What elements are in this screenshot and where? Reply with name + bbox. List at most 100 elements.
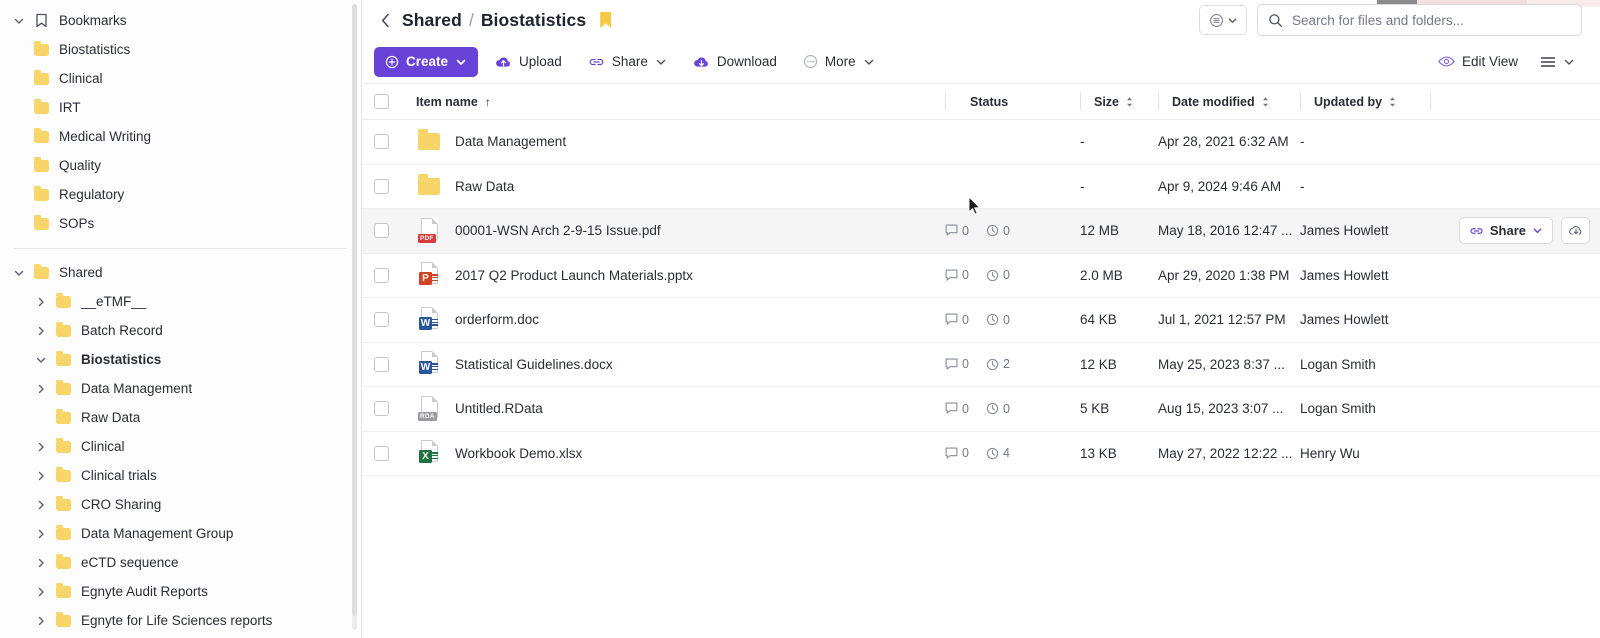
table-row[interactable]: Raw Data-Apr 9, 2024 9:46 AM- — [362, 165, 1600, 210]
version-count[interactable]: 0 — [986, 402, 1010, 416]
sidebar-bookmark-item[interactable]: Medical Writing — [0, 122, 361, 151]
sidebar-bookmark-item[interactable]: IRT — [0, 93, 361, 122]
sidebar-bookmark-item[interactable]: Biostatistics — [0, 35, 361, 64]
upload-button[interactable]: Upload — [486, 47, 571, 77]
chevron-down-icon[interactable] — [30, 354, 52, 366]
comment-count[interactable]: 0 — [945, 268, 969, 282]
sidebar-tree-item[interactable]: __eTMF__ — [0, 287, 361, 316]
sidebar-bookmark-item[interactable]: Regulatory — [0, 180, 361, 209]
bookmark-filled-icon[interactable] — [600, 12, 611, 28]
folder-icon — [30, 73, 52, 85]
search-scope-filter-button[interactable] — [1199, 5, 1247, 35]
column-header-item-name[interactable]: Item name ↑ — [416, 95, 945, 109]
chevron-right-icon[interactable] — [30, 470, 52, 482]
chevron-right-icon[interactable] — [30, 615, 52, 627]
row-file-name[interactable]: Statistical Guidelines.docx — [455, 357, 613, 372]
row-checkbox[interactable] — [374, 446, 389, 461]
row-file-name[interactable]: Raw Data — [455, 179, 514, 194]
comment-count[interactable]: 0 — [945, 357, 969, 371]
row-checkbox[interactable] — [374, 134, 389, 149]
breadcrumb-item-shared[interactable]: Shared — [402, 10, 462, 31]
column-header-size[interactable]: Size — [1080, 93, 1158, 110]
sidebar-section-shared[interactable]: Shared — [0, 258, 361, 287]
row-file-name[interactable]: Workbook Demo.xlsx — [455, 446, 582, 461]
sidebar-tree-item[interactable]: Raw Data — [0, 403, 361, 432]
select-all-checkbox[interactable] — [374, 94, 389, 109]
chevron-down-icon[interactable] — [8, 15, 30, 27]
sidebar-tree-item[interactable]: Egnyte Audit Reports — [0, 577, 361, 606]
chevron-right-icon[interactable] — [30, 528, 52, 540]
view-mode-button[interactable] — [1533, 47, 1582, 77]
chevron-right-icon[interactable] — [30, 557, 52, 569]
chevron-right-icon[interactable] — [30, 383, 52, 395]
sidebar-tree-item[interactable]: Batch Record — [0, 316, 361, 345]
version-count[interactable]: 0 — [986, 313, 1010, 327]
chevron-down-icon[interactable] — [8, 267, 30, 279]
share-button[interactable]: Share — [579, 47, 676, 77]
row-name-cell: RDAUntitled.RData — [416, 396, 945, 422]
sidebar-bookmark-label: Quality — [59, 159, 101, 173]
column-header-updated-by[interactable]: Updated by — [1300, 93, 1430, 110]
breadcrumb-item-biostatistics[interactable]: Biostatistics — [481, 10, 586, 31]
version-count[interactable]: 2 — [986, 357, 1010, 371]
chevron-right-icon[interactable] — [30, 296, 52, 308]
edit-view-button[interactable]: Edit View — [1429, 47, 1527, 77]
version-count[interactable]: 0 — [986, 224, 1010, 238]
sidebar-tree-item[interactable]: eCTD sequence — [0, 548, 361, 577]
sidebar-tree-item[interactable]: Data Management Group — [0, 519, 361, 548]
table-row[interactable]: Data Management-Apr 28, 2021 6:32 AM- — [362, 120, 1600, 165]
row-file-name[interactable]: 2017 Q2 Product Launch Materials.pptx — [455, 268, 693, 283]
search-bar[interactable] — [1257, 4, 1582, 36]
row-file-name[interactable]: Untitled.RData — [455, 401, 543, 416]
comment-count[interactable]: 0 — [945, 224, 969, 238]
table-row[interactable]: RDAUntitled.RData005 KBAug 15, 2023 3:07… — [362, 387, 1600, 432]
column-header-date-modified[interactable]: Date modified — [1158, 93, 1300, 110]
table-row[interactable]: WStatistical Guidelines.docx0212 KBMay 2… — [362, 343, 1600, 388]
row-file-name[interactable]: 00001-WSN Arch 2-9-15 Issue.pdf — [455, 223, 661, 238]
comment-count[interactable]: 0 — [945, 446, 969, 460]
sidebar-section-bookmarks[interactable]: Bookmarks — [0, 6, 361, 35]
row-checkbox[interactable] — [374, 268, 389, 283]
row-share-button[interactable]: Share — [1459, 217, 1553, 244]
row-checkbox[interactable] — [374, 357, 389, 372]
table-row[interactable]: P2017 Q2 Product Launch Materials.pptx00… — [362, 254, 1600, 299]
row-file-name[interactable]: orderform.doc — [455, 312, 539, 327]
row-checkbox[interactable] — [374, 179, 389, 194]
chevron-right-icon[interactable] — [30, 325, 52, 337]
table-row[interactable]: PDF00001-WSN Arch 2-9-15 Issue.pdf0012 M… — [362, 209, 1600, 254]
version-count[interactable]: 4 — [986, 446, 1010, 460]
column-header-status[interactable]: Status — [945, 93, 1080, 110]
search-input[interactable] — [1292, 13, 1571, 28]
sidebar-scrollbar-thumb[interactable] — [352, 4, 357, 616]
sidebar-bookmark-item[interactable]: Quality — [0, 151, 361, 180]
chevron-right-icon[interactable] — [30, 586, 52, 598]
download-button[interactable]: Download — [684, 47, 786, 77]
back-button[interactable] — [374, 9, 396, 31]
version-count-value: 0 — [1003, 224, 1010, 238]
sidebar-tree-item[interactable]: CRO Sharing — [0, 490, 361, 519]
comment-count[interactable]: 0 — [945, 313, 969, 327]
sort-toggle-icon[interactable] — [1261, 96, 1270, 108]
more-button[interactable]: More — [794, 47, 884, 77]
row-download-button[interactable] — [1561, 217, 1590, 244]
chevron-right-icon[interactable] — [30, 441, 52, 453]
sort-toggle-icon[interactable] — [1388, 96, 1397, 108]
comment-count[interactable]: 0 — [945, 402, 969, 416]
sidebar-tree-item[interactable]: Biostatistics — [0, 345, 361, 374]
table-row[interactable]: XWorkbook Demo.xlsx0413 KBMay 27, 2022 1… — [362, 432, 1600, 477]
sidebar-bookmark-item[interactable]: SOPs — [0, 209, 361, 238]
sidebar-tree-item[interactable]: Clinical — [0, 432, 361, 461]
sidebar-bookmark-item[interactable]: Clinical — [0, 64, 361, 93]
sort-toggle-icon[interactable] — [1125, 96, 1134, 108]
row-checkbox[interactable] — [374, 401, 389, 416]
row-checkbox[interactable] — [374, 312, 389, 327]
chevron-right-icon[interactable] — [30, 499, 52, 511]
table-row[interactable]: Worderform.doc0064 KBJul 1, 2021 12:57 P… — [362, 298, 1600, 343]
version-count[interactable]: 0 — [986, 268, 1010, 282]
row-file-name[interactable]: Data Management — [455, 134, 566, 149]
create-button[interactable]: Create — [374, 47, 478, 77]
sidebar-tree-item[interactable]: Data Management — [0, 374, 361, 403]
row-checkbox[interactable] — [374, 223, 389, 238]
sidebar-tree-item[interactable]: Egnyte for Life Sciences reports — [0, 606, 361, 635]
sidebar-tree-item[interactable]: Clinical trials — [0, 461, 361, 490]
